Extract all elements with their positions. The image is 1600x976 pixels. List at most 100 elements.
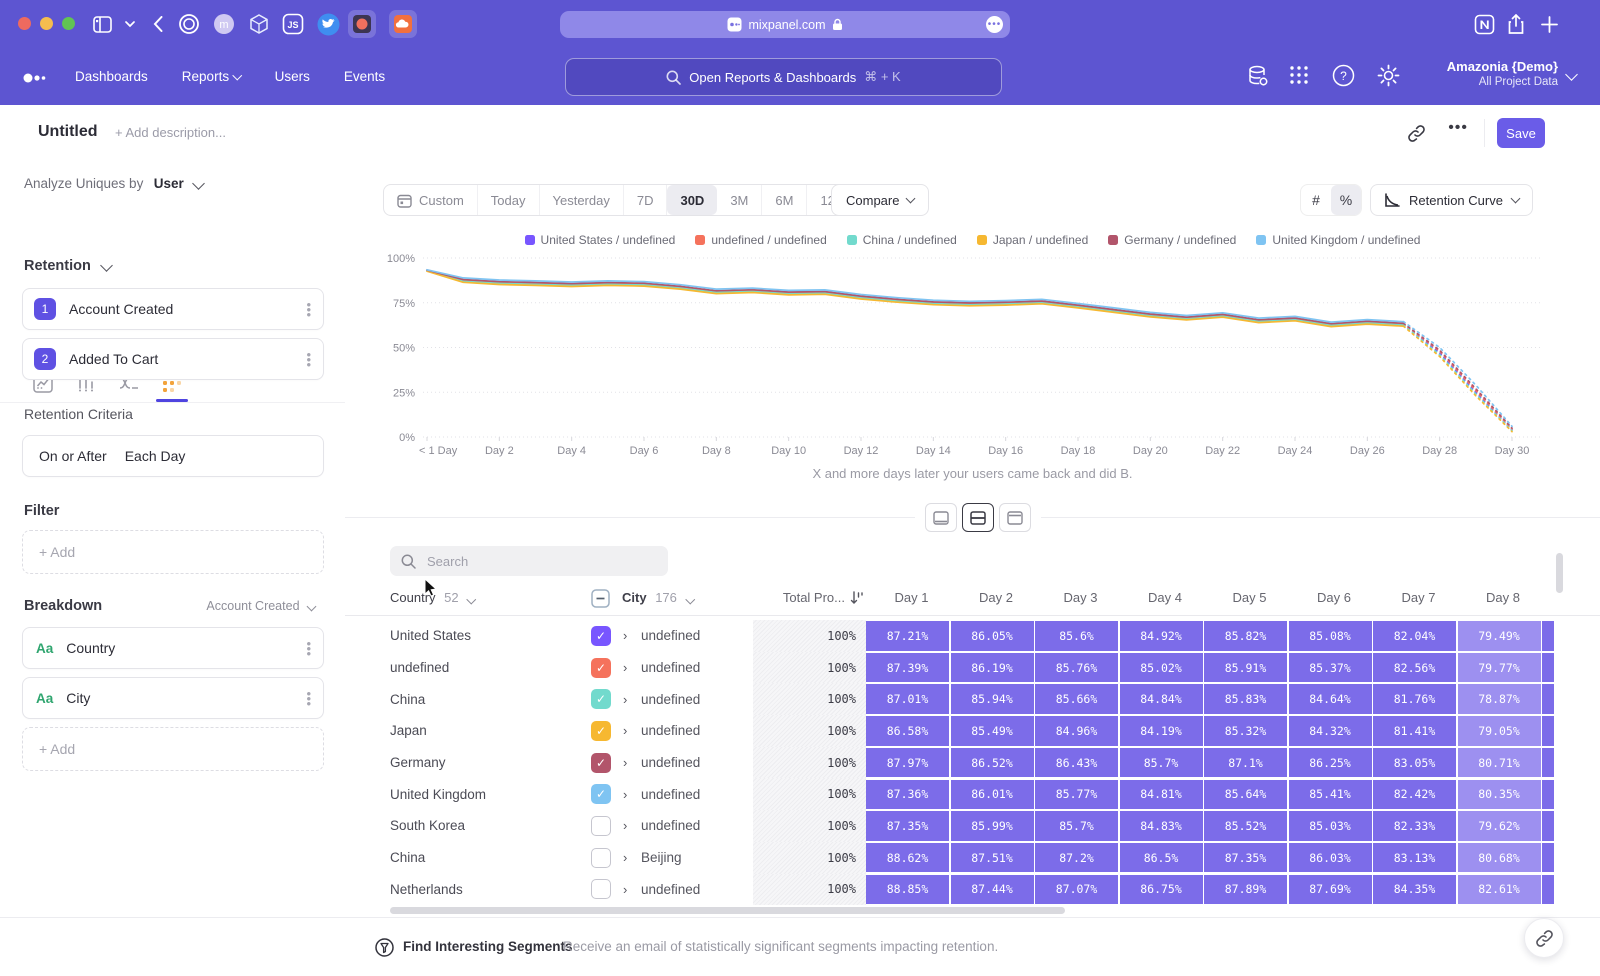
column-day-7[interactable]: Day 7 [1377,590,1460,605]
expand-row-icon[interactable]: › [623,755,641,770]
cell-day-6[interactable]: 84.64% [1289,684,1372,714]
cell-day-5[interactable]: 87.1% [1204,748,1287,778]
breakdown-scope-dropdown[interactable]: Account Created [206,599,315,613]
view-table-only-button[interactable] [999,503,1031,532]
range-6m[interactable]: 6M [762,185,807,215]
breakdown-add-button[interactable]: + Add [22,727,324,771]
cell-day-7[interactable]: 81.41% [1373,716,1456,746]
unit-percent-button[interactable]: % [1331,185,1361,215]
cell-day-1[interactable]: 87.01% [866,684,949,714]
breakdown-card-city[interactable]: Aa City ••• [22,677,324,719]
cell-day-1[interactable]: 86.58% [866,716,949,746]
column-day-5[interactable]: Day 5 [1208,590,1291,605]
retention-section-header[interactable]: Retention [24,258,111,274]
table-search[interactable] [390,546,668,576]
m-avatar-extension-icon[interactable]: m [210,10,238,38]
cell-day-6[interactable]: 85.41% [1289,780,1372,810]
notion-app-icon[interactable] [1470,10,1498,38]
unit-absolute-button[interactable]: # [1301,185,1331,215]
vertical-scrollbar[interactable] [1556,553,1563,593]
step-kebab-icon[interactable]: ••• [306,352,311,367]
js-extension-icon[interactable]: JS [279,10,307,38]
cell-day-6[interactable]: 85.03% [1289,811,1372,841]
cell-day-6[interactable]: 87.69% [1289,875,1372,905]
mixpanel-logo-icon[interactable] [22,72,50,84]
cell-day-3[interactable]: 87.07% [1035,875,1118,905]
cell-day-2[interactable]: 87.44% [951,875,1034,905]
column-total[interactable]: Total Pro... [770,590,845,605]
column-day-6[interactable]: Day 6 [1293,590,1376,605]
cloud-extension-icon[interactable] [389,10,417,38]
cell-day-3[interactable]: 85.7% [1035,811,1118,841]
tabs-chevron-icon[interactable] [116,10,144,38]
cell-day-5[interactable]: 85.83% [1204,684,1287,714]
cell-day-1[interactable]: 88.85% [866,875,949,905]
cell-day-5[interactable]: 85.32% [1204,716,1287,746]
column-day-4[interactable]: Day 4 [1124,590,1207,605]
step-card-added-to-cart[interactable]: 2 Added To Cart ••• [22,338,324,380]
sidebar-toggle-icon[interactable] [88,10,116,38]
cell-day-3[interactable]: 85.66% [1035,684,1118,714]
cell-day-5[interactable]: 85.82% [1204,621,1287,651]
copy-link-icon[interactable] [1408,125,1425,147]
settings-gear-icon[interactable] [1377,64,1401,88]
view-chart-only-button[interactable] [925,503,957,532]
url-more-icon[interactable]: ••• [986,16,1003,33]
new-tab-icon[interactable] [1535,10,1563,38]
cell-day-1[interactable]: 87.97% [866,748,949,778]
traffic-light-close[interactable] [18,17,31,30]
nav-item-events[interactable]: Events [344,69,385,84]
cell-day-8[interactable]: 79.49% [1458,621,1541,651]
row-checkbox[interactable] [591,848,611,868]
view-split-button[interactable] [962,503,994,532]
row-checkbox[interactable]: ✓ [591,626,611,646]
cell-day-5[interactable]: 85.52% [1204,811,1287,841]
legend-item[interactable]: United States / undefined [525,233,676,247]
range-yesterday[interactable]: Yesterday [540,185,624,215]
column-city[interactable]: City 176 [622,590,693,605]
bird-extension-icon[interactable] [314,10,342,38]
cell-day-2[interactable]: 86.52% [951,748,1034,778]
save-button[interactable]: Save [1497,118,1545,148]
row-checkbox[interactable]: ✓ [591,721,611,741]
expand-row-icon[interactable]: › [623,882,641,897]
cell-day-6[interactable]: 86.25% [1289,748,1372,778]
cell-day-1[interactable]: 88.62% [866,843,949,873]
global-search[interactable]: Open Reports & Dashboards ⌘ + K [565,58,1002,96]
cell-day-3[interactable]: 85.6% [1035,621,1118,651]
range-30d[interactable]: 30D [667,185,717,215]
share-link-fab[interactable] [1524,918,1564,958]
retention-line-chart[interactable]: 100%75%50%25%0%< 1 DayDay 2Day 4Day 6Day… [385,248,1560,463]
row-checkbox[interactable] [591,816,611,836]
cell-day-1[interactable]: 87.21% [866,621,949,651]
analyze-value[interactable]: User [154,176,184,191]
row-checkbox[interactable]: ✓ [591,658,611,678]
back-icon[interactable] [144,10,172,38]
cell-day-1[interactable]: 87.39% [866,653,949,683]
cell-day-6[interactable]: 84.32% [1289,716,1372,746]
criteria-on-or-after[interactable]: On or After [39,448,107,464]
cell-day-8[interactable]: 80.68% [1458,843,1541,873]
cell-day-4[interactable]: 84.92% [1120,621,1203,651]
cell-day-6[interactable]: 85.08% [1289,621,1372,651]
cell-day-5[interactable]: 85.64% [1204,780,1287,810]
cell-day-3[interactable]: 87.2% [1035,843,1118,873]
cell-day-2[interactable]: 87.51% [951,843,1034,873]
cell-day-1[interactable]: 87.35% [866,811,949,841]
reader-extension-icon[interactable] [348,10,376,38]
cell-day-2[interactable]: 86.19% [951,653,1034,683]
cell-day-2[interactable]: 86.01% [951,780,1034,810]
row-checkbox[interactable]: ✓ [591,784,611,804]
range-7d[interactable]: 7D [624,185,668,215]
column-day-2[interactable]: Day 2 [955,590,1038,605]
table-search-input[interactable] [425,553,629,570]
cell-day-2[interactable]: 85.49% [951,716,1034,746]
city-select-all-checkbox[interactable] [591,589,610,611]
nav-item-reports[interactable]: Reports [182,69,241,84]
cell-day-4[interactable]: 86.5% [1120,843,1203,873]
cell-day-8[interactable]: 80.71% [1458,748,1541,778]
cell-day-4[interactable]: 84.84% [1120,684,1203,714]
traffic-light-zoom[interactable] [62,17,75,30]
cell-day-5[interactable]: 87.35% [1204,843,1287,873]
cell-day-8[interactable]: 79.05% [1458,716,1541,746]
